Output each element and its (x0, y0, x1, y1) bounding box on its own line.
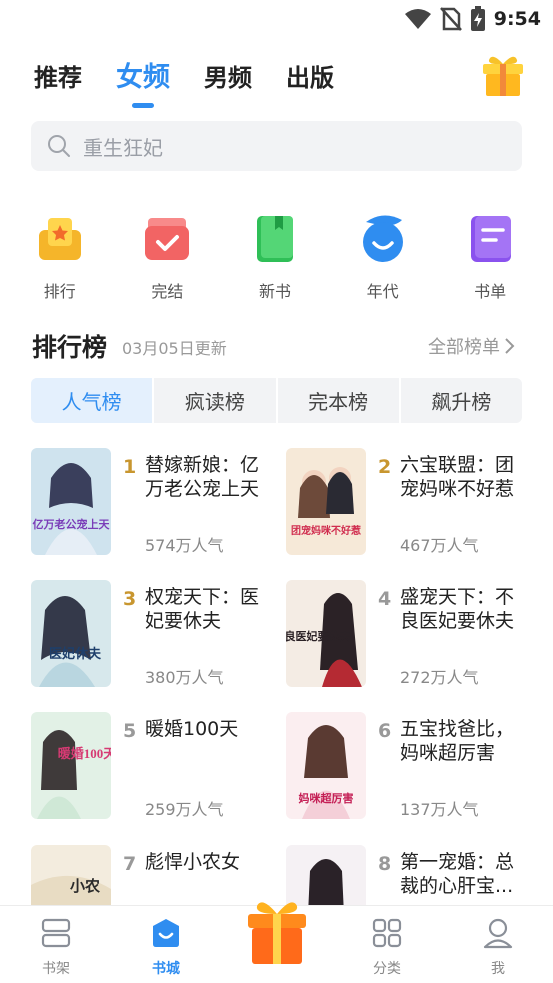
rank-number: 3 (123, 588, 137, 610)
book-cover[interactable]: 不良医妃要休夫 (286, 580, 366, 687)
search-placeholder: 重生狂妃 (83, 135, 163, 160)
nav-bookshelf[interactable]: 书架 (26, 916, 86, 978)
search-icon (48, 135, 70, 157)
channel-tabs: 推荐 女频 男频 出版 (34, 55, 368, 108)
ranking-tabs: 人气榜 疯读榜 完本榜 飙升榜 (31, 378, 522, 423)
rank-number: 7 (123, 853, 137, 875)
rank-number: 1 (123, 456, 137, 478)
rank-number: 6 (378, 720, 392, 742)
quick-entry-new-books[interactable]: 新书 (221, 212, 329, 302)
book-cover[interactable]: 医妃休夫 (31, 580, 111, 687)
no-sim-icon (439, 7, 462, 31)
smile-icon (362, 215, 403, 262)
book-title: 盛宠天下：不良医妃要休夫 (400, 586, 515, 632)
chevron-right-icon (505, 338, 515, 354)
cover-title: 亿万老公宠上天 (33, 517, 111, 531)
quick-entry-finished[interactable]: 完结 (114, 212, 222, 302)
rank-number: 8 (378, 853, 392, 875)
book-popularity: 259万人气 (145, 800, 224, 819)
book-cover[interactable]: 团宠妈咪不好惹 (286, 448, 366, 555)
book-cover[interactable]: 暖婚100天 (31, 712, 111, 819)
nav-category[interactable]: 分类 (357, 916, 417, 978)
nav-label-profile: 我 (491, 961, 505, 977)
ranking-update-date: 03月05日更新 (122, 339, 227, 358)
all-rankings-label: 全部榜单 (428, 337, 500, 358)
search-bar[interactable]: 重生狂妃 (31, 121, 522, 171)
book-title: 暖婚100天 (145, 718, 239, 740)
battery-charging-icon (470, 6, 485, 31)
book-cover[interactable]: 妈咪超厉害 (286, 712, 366, 819)
book-item[interactable]: 妈咪超厉害 6 五宝找爸比，妈咪超厉害 137万人气 (286, 712, 526, 822)
book-title: 六宝联盟：团宠妈咪不好惹 (400, 454, 515, 500)
quick-label-ranking: 排行 (43, 282, 76, 301)
quick-entry-booklist[interactable]: 书单 (436, 212, 544, 302)
cover-title: 暖婚100天 (58, 746, 111, 761)
tab-female[interactable]: 女频 (116, 55, 170, 108)
quick-label-finished: 完结 (151, 282, 184, 301)
nav-bookstore[interactable]: 书城 (136, 916, 196, 978)
wifi-icon (404, 9, 431, 29)
quick-label-booklist: 书单 (474, 282, 507, 301)
book-item[interactable]: 亿万老公宠上天 1 替嫁新娘：亿万老公宠上天 574万人气 (31, 448, 271, 558)
bookstore-icon (153, 919, 179, 947)
book-popularity: 467万人气 (400, 536, 479, 555)
quick-entry-ranking[interactable]: 排行 (6, 212, 114, 302)
tab-male[interactable]: 男频 (204, 58, 252, 94)
rank-number: 5 (123, 720, 137, 742)
quick-label-new-books: 新书 (258, 282, 291, 301)
book-title: 权宠天下：医妃要休夫 (145, 586, 260, 632)
bookshelf-icon (41, 918, 71, 948)
book-title: 第一宠婚：总裁的心肝宝... (400, 851, 515, 897)
quick-label-era: 年代 (366, 282, 399, 301)
ranking-header: 排行榜 03月05日更新 全部榜单 (32, 328, 522, 362)
rank-number: 2 (378, 456, 392, 478)
tab-publish[interactable]: 出版 (286, 58, 334, 94)
cover-title: 不良医妃要休夫 (286, 629, 351, 643)
book-popularity: 380万人气 (145, 668, 224, 687)
status-icons: 9:54 (404, 6, 541, 32)
book-title: 彪悍小农女 (145, 851, 241, 873)
category-grid-icon (372, 918, 402, 948)
book-cover[interactable]: 亿万老公宠上天 (31, 448, 111, 555)
gift-icon[interactable] (244, 896, 310, 968)
cover-title: 医妃休夫 (49, 646, 102, 661)
book-title: 五宝找爸比，妈咪超厉害 (400, 718, 515, 764)
tab-recommend[interactable]: 推荐 (34, 58, 82, 94)
tab-completed[interactable]: 完本榜 (275, 378, 399, 423)
quick-entries: 排行 完结 新书 年代 书单 (0, 212, 553, 302)
gift-icon[interactable] (478, 50, 528, 100)
book-popularity: 272万人气 (400, 668, 479, 687)
quick-entry-era[interactable]: 年代 (329, 212, 437, 302)
cover-title: 妈咪超厉害 (299, 791, 354, 805)
cover-title: 小农 (70, 877, 100, 895)
book-icon (256, 216, 293, 262)
rank-number: 4 (378, 588, 392, 610)
tab-popularity[interactable]: 人气榜 (31, 378, 153, 423)
book-item[interactable]: 团宠妈咪不好惹 2 六宝联盟：团宠妈咪不好惹 467万人气 (286, 448, 526, 558)
ranking-title: 排行榜 (32, 333, 108, 362)
bottom-nav: 书架 书城 分类 我 (0, 902, 553, 983)
tab-rising[interactable]: 飙升榜 (398, 378, 522, 423)
tab-hot-reading[interactable]: 疯读榜 (152, 378, 275, 423)
cover-title: 团宠妈咪不好惹 (291, 524, 361, 537)
book-item[interactable]: 暖婚100天 5 暖婚100天 259万人气 (31, 712, 271, 822)
book-item[interactable]: 医妃休夫 3 权宠天下：医妃要休夫 380万人气 (31, 580, 271, 690)
trophy-icon (38, 218, 81, 260)
nav-profile[interactable]: 我 (468, 916, 528, 978)
all-rankings-link[interactable]: 全部榜单 (428, 333, 516, 359)
book-item[interactable]: 不良医妃要休夫 4 盛宠天下：不良医妃要休夫 272万人气 (286, 580, 526, 690)
check-icon (145, 218, 190, 260)
book-popularity: 137万人气 (400, 800, 479, 819)
profile-icon (483, 918, 513, 949)
nav-label-bookshelf: 书架 (42, 961, 70, 977)
list-icon (471, 216, 512, 262)
status-time: 9:54 (493, 8, 541, 30)
book-title: 替嫁新娘：亿万老公宠上天 (145, 454, 260, 500)
nav-label-category: 分类 (373, 961, 401, 977)
nav-label-bookstore: 书城 (152, 961, 180, 977)
book-popularity: 574万人气 (145, 536, 224, 555)
status-bar: 9:54 (0, 0, 553, 36)
